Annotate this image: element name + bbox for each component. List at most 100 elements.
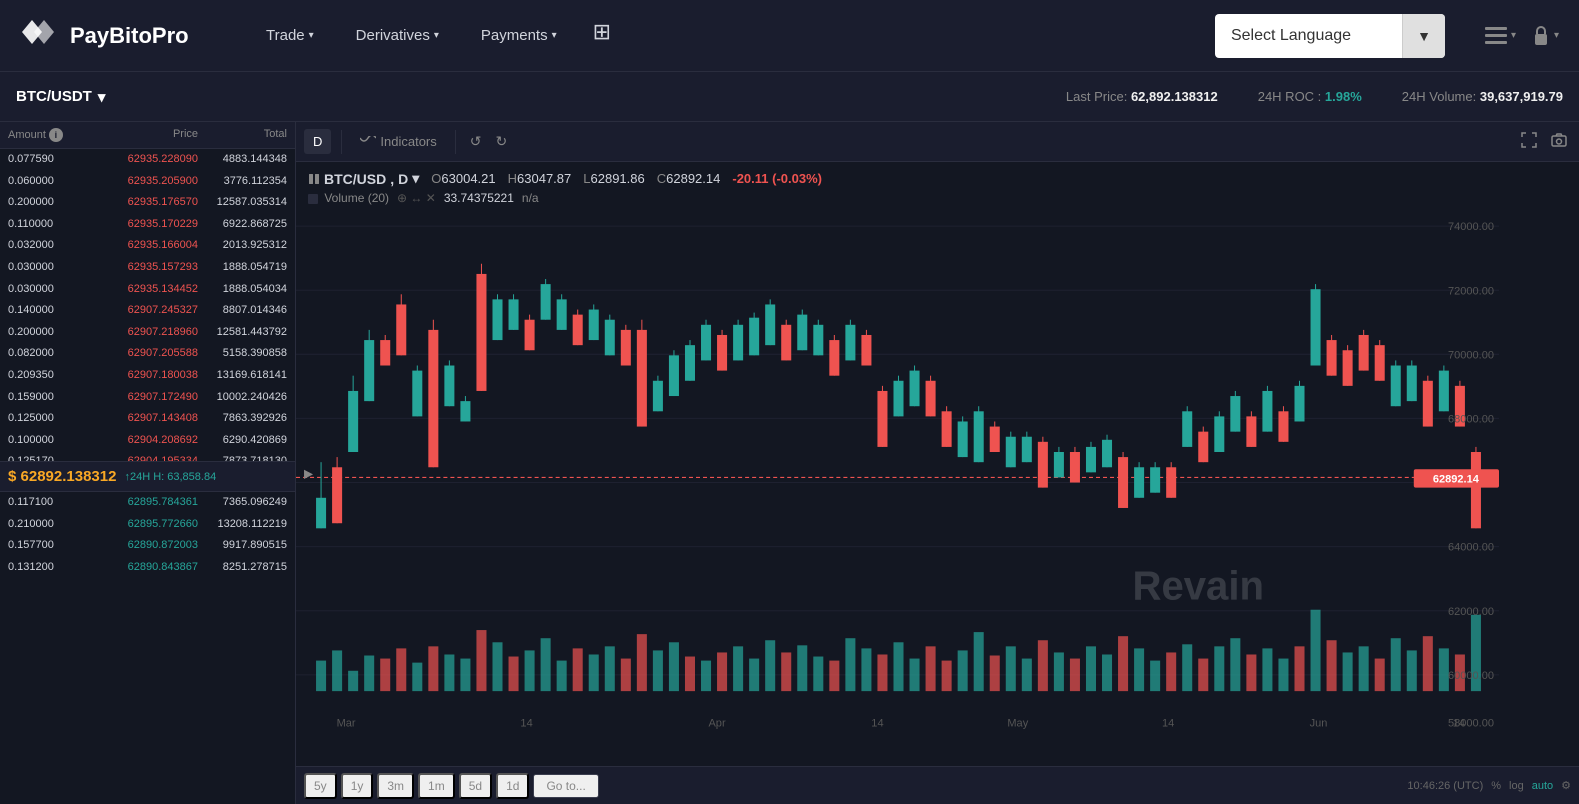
logo-icon [20,16,60,55]
indicators-button[interactable]: Indicators [352,130,444,153]
order-book-sell-row: 0.200000 62907.218960 12581.443792 [0,322,295,344]
svg-text:62892.14: 62892.14 [1433,473,1480,485]
order-book-sell-row: 0.159000 62907.172490 10002.240426 [0,387,295,409]
ticker-bar: BTC/USDT ▾ Last Price: 62,892.138312 24H… [0,72,1579,122]
order-book-sell-row: 0.060000 62935.205900 3776.112354 [0,171,295,193]
language-selector-label: Select Language [1215,27,1402,45]
order-book-sell-row: 0.125170 62904.195334 7873.718130 [0,451,295,461]
order-book-header: Amount i Price Total [0,122,295,149]
trading-pair: BTC/USDT [16,88,92,105]
timeframe-1y-button[interactable]: 1y [341,773,374,799]
timeframe-3m-button[interactable]: 3m [377,773,414,799]
toolbar-divider-2 [455,130,456,154]
amount-info-icon[interactable]: i [49,128,63,142]
svg-text:64000.00: 64000.00 [1448,542,1494,554]
order-book-buy-row: 0.117100 62895.784361 7365.096249 [0,492,295,514]
auto-toggle[interactable]: auto [1532,780,1553,792]
lock-icon-btn[interactable]: ▾ [1532,25,1559,47]
svg-text:60000.00: 60000.00 [1448,670,1494,682]
derivatives-dropdown-arrow: ▾ [434,30,439,41]
svg-text:Mar: Mar [337,718,356,730]
redo-button[interactable]: ↻ [492,129,512,154]
nav-derivatives[interactable]: Derivatives ▾ [340,19,455,52]
svg-text:14: 14 [871,718,883,730]
timeframe-1d-button[interactable]: 1d [496,773,529,799]
chart-toolbar: D Indicators ↺ ↻ [296,122,1579,162]
svg-text:72000.00: 72000.00 [1448,285,1494,297]
language-selector[interactable]: Select Language ▼ [1215,14,1445,58]
order-book-sell-row: 0.030000 62935.134452 1888.054034 [0,279,295,301]
roc-stat: 24H ROC : 1.98% [1258,89,1362,104]
pair-selector[interactable]: BTC/USDT ▾ [16,88,105,106]
svg-text:Revain: Revain [1133,562,1264,608]
amount-header: Amount i [8,128,88,142]
svg-text:14: 14 [1162,718,1174,730]
goto-button[interactable]: Go to... [533,774,598,798]
svg-text:68000.00: 68000.00 [1448,413,1494,425]
logo-text: PayBitoPro [70,23,189,49]
order-book-buy-row: 0.131200 62890.843867 8251.278715 [0,557,295,579]
main-area: Amount i Price Total 0.077590 62935.2280… [0,122,1579,804]
order-book-buy-row: 0.210000 62895.772660 13208.112219 [0,514,295,536]
nav-payments[interactable]: Payments ▾ [465,19,573,52]
order-book-sell-row: 0.209350 62907.180038 13169.618141 [0,365,295,387]
toolbar-divider-1 [341,130,342,154]
svg-text:May: May [1007,718,1028,730]
svg-text:▶: ▶ [304,466,314,480]
svg-text:Apr: Apr [708,718,725,730]
pair-dropdown-arrow: ▾ [98,88,106,106]
order-book-sell-row: 0.110000 62935.170229 6922.868725 [0,214,295,236]
chart-bottom-bar: 5y 1y 3m 1m 5d 1d Go to... 10:46:26 (UTC… [296,766,1579,804]
chart-canvas[interactable]: BTC/USD, D ▾ O63004.21 H63047.87 L62891.… [296,162,1579,766]
profile-icon-btn[interactable]: ▾ [1485,27,1516,45]
profile-dropdown-arrow: ▾ [1511,30,1516,41]
timeframe-5d-button[interactable]: 5d [459,773,492,799]
order-book-sell-row: 0.077590 62935.228090 4883.144348 [0,149,295,171]
current-price-row: $ 62892.138312 ↑24H H: 63,858.84 [0,461,295,492]
svg-text:14: 14 [1453,718,1465,730]
log-toggle[interactable]: log [1509,780,1524,792]
undo-button[interactable]: ↺ [466,129,486,154]
timeframe-5y-button[interactable]: 5y [304,773,337,799]
chart-settings-icon[interactable]: ⚙ [1561,779,1571,792]
svg-text:70000.00: 70000.00 [1448,349,1494,361]
current-price-change: ↑24H H: 63,858.84 [124,471,216,483]
order-book-sell-rows: 0.077590 62935.228090 4883.144348 0.0600… [0,149,295,461]
grid-icon[interactable]: ⊞ [583,19,621,52]
trade-dropdown-arrow: ▾ [309,30,314,41]
nav-items: Trade ▾ Derivatives ▾ Payments ▾ ⊞ [250,19,1185,52]
order-book-sell-row: 0.200000 62935.176570 12587.035314 [0,192,295,214]
svg-text:74000.00: 74000.00 [1448,221,1494,233]
current-price-value: $ 62892.138312 [8,468,116,485]
candlestick-chart: 74000.00 72000.00 70000.00 68000.00 6600… [296,162,1499,742]
header-icons: ▾ ▾ [1485,25,1559,47]
snapshot-button[interactable] [1547,129,1571,154]
nav-trade[interactable]: Trade ▾ [250,19,330,52]
last-price-stat: Last Price: 62,892.138312 [1066,89,1218,104]
order-book-buy-row: 0.157700 62890.872003 9917.890515 [0,535,295,557]
fullscreen-button[interactable] [1517,128,1541,155]
last-price-value: 62,892.138312 [1131,89,1218,104]
payments-dropdown-arrow: ▾ [552,30,557,41]
order-book-sell-row: 0.082000 62907.205588 5158.390858 [0,343,295,365]
total-header: Total [198,128,287,142]
time-display: 10:46:26 (UTC) [1407,780,1483,792]
order-book-sell-row: 0.140000 62907.245327 8807.014346 [0,300,295,322]
svg-text:62000.00: 62000.00 [1448,606,1494,618]
volume-stat: 24H Volume: 39,637,919.79 [1402,89,1563,104]
lock-dropdown-arrow: ▾ [1554,30,1559,41]
percent-toggle[interactable]: % [1491,780,1501,792]
chart-area: D Indicators ↺ ↻ [296,122,1579,804]
order-book: Amount i Price Total 0.077590 62935.2280… [0,122,296,804]
roc-value: 1.98% [1325,89,1362,104]
order-book-buy-rows: 0.117100 62895.784361 7365.096249 0.2100… [0,492,295,804]
chart-bottom-right: 10:46:26 (UTC) % log auto ⚙ [1407,779,1571,792]
header: PayBitoPro Trade ▾ Derivatives ▾ Payment… [0,0,1579,72]
lang-dropdown-arrow[interactable]: ▼ [1403,14,1445,58]
svg-text:14: 14 [520,718,532,730]
timeframe-d-button[interactable]: D [304,129,331,154]
price-header: Price [88,128,198,142]
svg-text:Jun: Jun [1310,718,1328,730]
order-book-sell-row: 0.125000 62907.143408 7863.392926 [0,408,295,430]
timeframe-1m-button[interactable]: 1m [418,773,455,799]
